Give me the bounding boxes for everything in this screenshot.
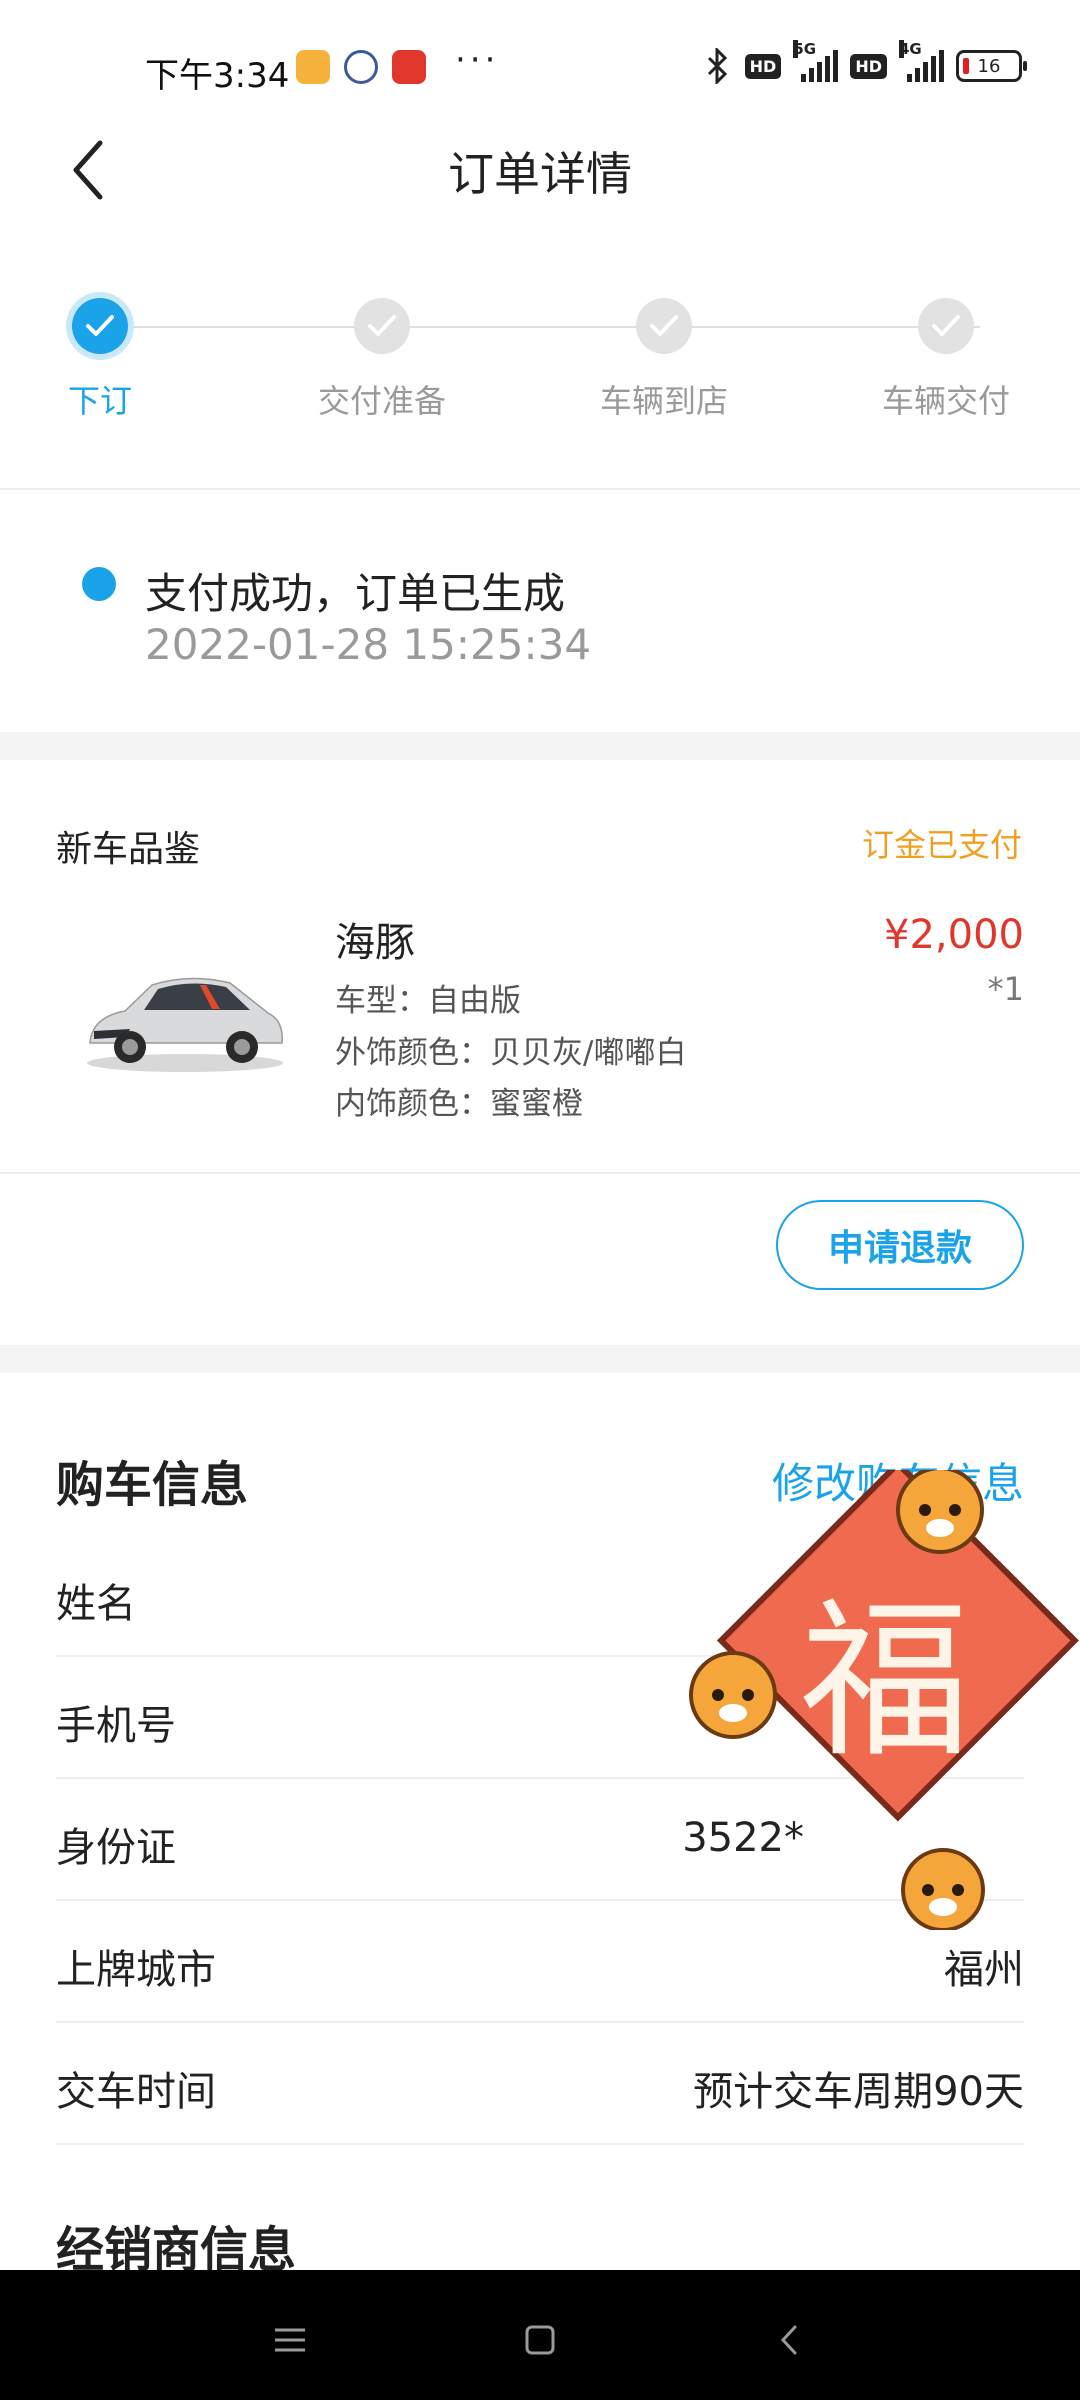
notes-app-icon [296,50,330,84]
system-nav-bar [0,2270,1080,2400]
step-delivery-prep: 交付准备 [282,290,482,422]
step-vehicle-delivery: 车辆交付 [846,290,1046,422]
info-label: 姓名 [56,1581,136,1627]
notification-icons [296,50,426,84]
product-section-title: 新车品鉴 [56,829,201,870]
status-right: HD 5G HD 4G 16 [703,40,1027,84]
menu-icon[interactable] [265,2315,315,2365]
check-icon [918,298,974,354]
info-value: 预计交车周期90天 [693,2069,1024,2115]
tiger-left-icon [689,1651,777,1739]
divider [0,1172,1080,1174]
info-value: 福州 [944,1947,1024,1993]
check-icon [72,298,128,354]
payment-status-badge: 订金已支付 [861,826,1022,864]
product-price: ¥2,000 [884,912,1024,958]
order-timestamp: 2022-01-28 15:25:34 [145,620,592,669]
tiger-bottom-icon [901,1848,985,1932]
product-model: 车型：自由版 [335,983,521,1019]
app-header: 订单详情 [0,120,1080,220]
hd-badge-2: HD [850,53,887,79]
status-time: 下午3:34 [145,56,290,96]
order-progress-stepper: 下订 交付准备 车辆到店 车辆交付 [0,290,1080,440]
fu-character: 福 [800,1583,970,1781]
status-bar: 下午3:34 ··· HD 5G HD 4G 16 [0,0,1080,130]
product-name: 海豚 [335,920,415,966]
battery-level [963,58,969,74]
bank-app-icon [344,50,378,84]
status-dot [82,567,116,601]
battery-icon: 16 [956,50,1027,82]
product-exterior-color: 外饰颜色：贝贝灰/嘟嘟白 [335,1035,687,1071]
buyer-info-title: 购车信息 [56,1457,249,1513]
check-icon [636,298,692,354]
battery-percent: 16 [977,55,1001,77]
home-icon[interactable] [515,2315,565,2365]
car-image [87,977,283,1072]
hd-badge: HD [744,53,782,79]
step-label: 车辆交付 [881,382,1010,420]
step-label: 下订 [67,382,132,420]
info-label: 上牌城市 [56,1947,216,1993]
order-status-message: 支付成功，订单已生成 [145,569,566,618]
divider [0,488,1080,490]
more-notifications-icon: ··· [455,40,500,80]
signal-4g-icon: 4G [899,40,944,82]
step-label: 车辆到店 [599,382,728,420]
info-label: 手机号 [56,1703,176,1749]
bluetooth-icon [707,48,727,84]
step-vehicle-arrival: 车辆到店 [564,290,764,422]
signal-5g-icon: 5G [793,40,839,82]
pay-app-icon [392,50,426,84]
step-ordered: 下订 [0,290,200,422]
section-gap [0,1345,1080,1373]
network-4g-label: 4G [899,40,922,58]
request-refund-button[interactable]: 申请退款 [776,1200,1024,1290]
fu-floating-badge[interactable]: 福 [685,1459,1080,1932]
network-5g-label: 5G [793,40,817,58]
tiger-top-icon [896,1466,984,1554]
step-label: 交付准备 [317,382,446,420]
check-icon [354,298,410,354]
info-row-delivery-time: 交车时间 预计交车周期90天 [56,2023,1024,2145]
product-quantity: *1 [987,970,1024,1008]
info-label: 身份证 [56,1825,176,1871]
back-nav-icon[interactable] [765,2315,815,2365]
product-interior-color: 内饰颜色：蜜蜜橙 [335,1086,583,1122]
section-gap [0,732,1080,760]
page-title: 订单详情 [448,147,632,201]
fu-diamond-graphic: 福 [689,1459,1079,1932]
info-label: 交车时间 [56,2069,216,2115]
